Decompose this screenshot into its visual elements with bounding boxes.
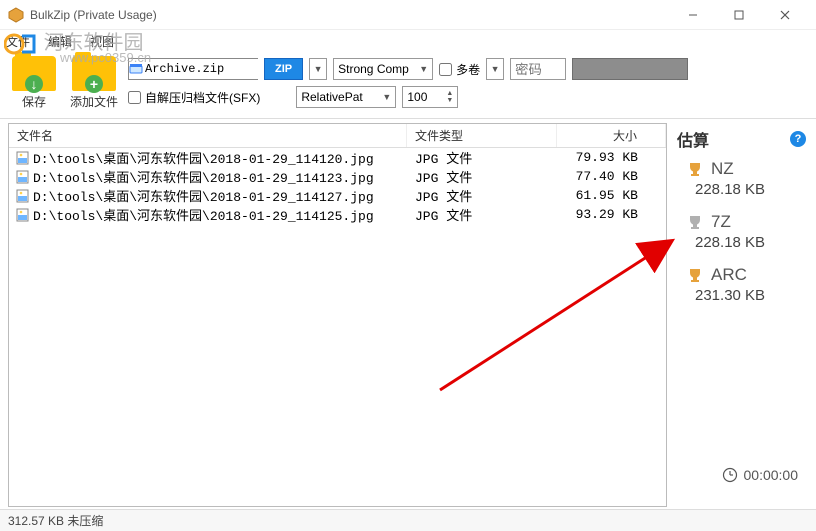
- format-dropdown[interactable]: ▼: [309, 58, 327, 80]
- menu-edit[interactable]: 编辑: [48, 33, 72, 50]
- col-name[interactable]: 文件名: [9, 124, 407, 147]
- minimize-button[interactable]: [670, 0, 716, 30]
- file-name: D:\tools\桌面\河东软件园\2018-01-29_114125.jpg: [31, 205, 407, 224]
- estimate-size: 228.18 KB: [695, 181, 806, 198]
- file-icon: [13, 151, 31, 165]
- estimate-item: ARC 231.30 KB: [677, 265, 806, 304]
- status-text: 312.57 KB 未压缩: [8, 512, 103, 529]
- col-type[interactable]: 文件类型: [407, 124, 557, 147]
- compression-dropdown[interactable]: Strong Comp▼: [333, 58, 433, 80]
- folder-icon: ↓: [12, 56, 56, 91]
- multivol-checkbox[interactable]: 多卷: [439, 61, 480, 78]
- file-icon: [13, 208, 31, 222]
- file-icon: [13, 189, 31, 203]
- toolbar-form: ZIP ▼ Strong Comp▼ 多卷 ▼ 自解压归档文件(SFX) Rel…: [128, 56, 808, 112]
- chevron-down-icon: ▼: [491, 64, 500, 74]
- table-row[interactable]: D:\tools\桌面\河东软件园\2018-01-29_114120.jpgJ…: [9, 148, 666, 167]
- file-name: D:\tools\桌面\河东软件园\2018-01-29_114127.jpg: [31, 186, 407, 205]
- content-area: 文件名 文件类型 大小 D:\tools\桌面\河东软件园\2018-01-29…: [0, 118, 816, 511]
- trophy-icon: [687, 161, 703, 177]
- add-label: 添加文件: [70, 93, 118, 110]
- col-size[interactable]: 大小: [557, 124, 666, 147]
- plus-badge-icon: +: [85, 75, 103, 93]
- archive-name-field[interactable]: [128, 58, 258, 80]
- file-type: JPG 文件: [407, 186, 557, 205]
- chevron-down-icon: ▼: [314, 64, 323, 74]
- estimate-format: ARC: [711, 265, 747, 285]
- sfx-checkbox[interactable]: 自解压归档文件(SFX): [128, 89, 260, 106]
- maximize-button[interactable]: [716, 0, 762, 30]
- status-bar: 312.57 KB 未压缩: [0, 509, 816, 531]
- file-size: 79.93 KB: [557, 150, 666, 165]
- spin-down-icon[interactable]: ▼: [446, 97, 453, 104]
- level-spinner[interactable]: 100▲▼: [402, 86, 458, 108]
- sidebar: 估算 ? NZ 228.18 KB 7Z 228.18 KB ARC 231.30 KB: [671, 119, 816, 511]
- estimate-format: NZ: [711, 159, 734, 179]
- file-icon: [13, 170, 31, 184]
- format-button[interactable]: ZIP: [264, 58, 303, 80]
- estimate-format: 7Z: [711, 212, 731, 232]
- table-row[interactable]: D:\tools\桌面\河东软件园\2018-01-29_114123.jpgJ…: [9, 167, 666, 186]
- save-button[interactable]: ↓ 保存: [8, 56, 60, 112]
- close-button[interactable]: [762, 0, 808, 30]
- spin-up-icon[interactable]: ▲: [446, 90, 453, 97]
- save-label: 保存: [22, 93, 46, 110]
- app-icon: [8, 7, 24, 23]
- download-badge-icon: ↓: [25, 75, 43, 93]
- file-list: 文件名 文件类型 大小 D:\tools\桌面\河东软件园\2018-01-29…: [8, 123, 667, 507]
- multivol-dropdown[interactable]: ▼: [486, 58, 504, 80]
- file-type: JPG 文件: [407, 205, 557, 224]
- estimate-item: NZ 228.18 KB: [677, 159, 806, 198]
- file-size: 77.40 KB: [557, 169, 666, 184]
- list-header: 文件名 文件类型 大小: [9, 124, 666, 148]
- file-name: D:\tools\桌面\河东软件园\2018-01-29_114120.jpg: [31, 148, 407, 167]
- table-row[interactable]: D:\tools\桌面\河东软件园\2018-01-29_114127.jpgJ…: [9, 186, 666, 205]
- menu-bar: 文件 编辑 视图: [0, 30, 816, 52]
- window-title: BulkZip (Private Usage): [30, 8, 670, 22]
- file-name: D:\tools\桌面\河东软件园\2018-01-29_114123.jpg: [31, 167, 407, 186]
- menu-view[interactable]: 视图: [90, 33, 114, 50]
- help-icon[interactable]: ?: [790, 131, 806, 147]
- add-files-button[interactable]: + 添加文件: [68, 56, 120, 112]
- progress-bar: [572, 58, 688, 80]
- path-dropdown[interactable]: RelativePat▼: [296, 86, 396, 108]
- timer: 00:00:00: [722, 467, 799, 483]
- folder-icon: +: [72, 56, 116, 91]
- estimate-item: 7Z 228.18 KB: [677, 212, 806, 251]
- trophy-icon: [687, 267, 703, 283]
- file-size: 93.29 KB: [557, 207, 666, 222]
- list-body[interactable]: D:\tools\桌面\河东软件园\2018-01-29_114120.jpgJ…: [9, 148, 666, 506]
- chevron-down-icon: ▼: [382, 92, 391, 102]
- trophy-icon: [687, 214, 703, 230]
- table-row[interactable]: D:\tools\桌面\河东软件园\2018-01-29_114125.jpgJ…: [9, 205, 666, 224]
- title-bar: BulkZip (Private Usage): [0, 0, 816, 30]
- chevron-down-icon: ▼: [419, 64, 428, 74]
- clock-icon: [722, 467, 738, 483]
- drive-icon: [129, 63, 143, 75]
- toolbar: ↓ 保存 + 添加文件 ZIP ▼ Strong Comp▼ 多卷 ▼ 自解压归…: [0, 52, 816, 118]
- file-type: JPG 文件: [407, 148, 557, 167]
- sidebar-title: 估算 ?: [677, 127, 806, 151]
- file-size: 61.95 KB: [557, 188, 666, 203]
- estimate-size: 228.18 KB: [695, 234, 806, 251]
- menu-file[interactable]: 文件: [6, 33, 30, 50]
- password-input[interactable]: [510, 58, 566, 80]
- file-type: JPG 文件: [407, 167, 557, 186]
- estimate-size: 231.30 KB: [695, 287, 806, 304]
